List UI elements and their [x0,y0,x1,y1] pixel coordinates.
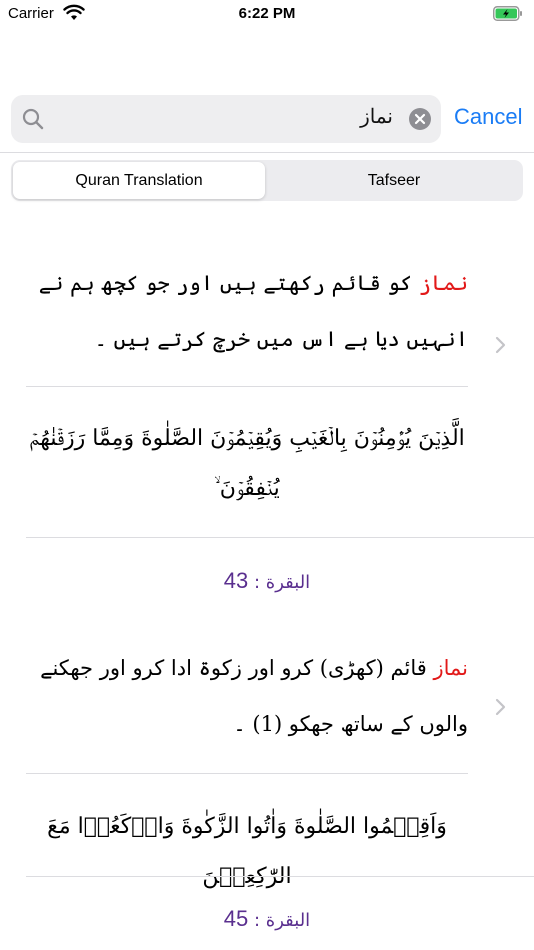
chevron-right-icon[interactable] [494,697,508,717]
row-divider [26,537,534,538]
row-divider [26,876,534,877]
clear-search-icon[interactable] [409,108,431,130]
arabic-verse: الَّذِيۡنَ يُؤۡمِنُوۡنَ بِالۡغَيۡبِ وَيُ… [29,426,465,501]
header-divider [0,152,534,153]
ayah-number: 43 [223,568,249,593]
tab-tafseer[interactable]: Tafseer [268,162,520,199]
search-highlight: نماز [433,656,468,680]
tab-quran-translation[interactable]: Quran Translation [13,162,265,199]
chevron-right-icon[interactable] [494,335,508,355]
surah-name: البقرة [265,572,311,593]
row-divider [26,386,468,387]
verse-reference: البقرة : 45 [223,906,311,931]
surah-name: البقرة [265,910,311,931]
verse-reference: البقرة : 43 [223,568,311,593]
arabic-verse: وَاَقِيۡمُوا الصَّلٰوةَ وَاٰتُوا الزَّکٰ… [47,814,447,889]
battery-charging-icon [493,6,522,21]
translation-text: نماز قائم (کھڑی) کرو اور زکوۃ ادا کرو او… [26,640,468,752]
status-bar: Carrier 6:22 PM [0,0,534,28]
ayah-number: 45 [223,906,249,931]
search-icon [22,108,44,130]
translation-text: نماز کو قائم رکھتے ہیں اور جو کچھ ہم نے … [26,255,468,367]
row-divider [26,773,468,774]
segmented-control: Quran Translation Tafseer [11,160,523,201]
search-highlight: نماز [418,271,468,295]
translation-rest: کو قائم رکھتے ہیں اور جو کچھ ہم نے انہیں… [38,271,468,351]
search-query: نماز [360,104,393,128]
search-bar: نماز Cancel [11,95,527,143]
search-input[interactable]: نماز [11,95,441,143]
clock: 6:22 PM [238,5,296,22]
translation-rest: قائم (کھڑی) کرو اور زکوۃ ادا کرو اور جھک… [40,656,468,736]
cancel-button[interactable]: Cancel [454,104,522,130]
